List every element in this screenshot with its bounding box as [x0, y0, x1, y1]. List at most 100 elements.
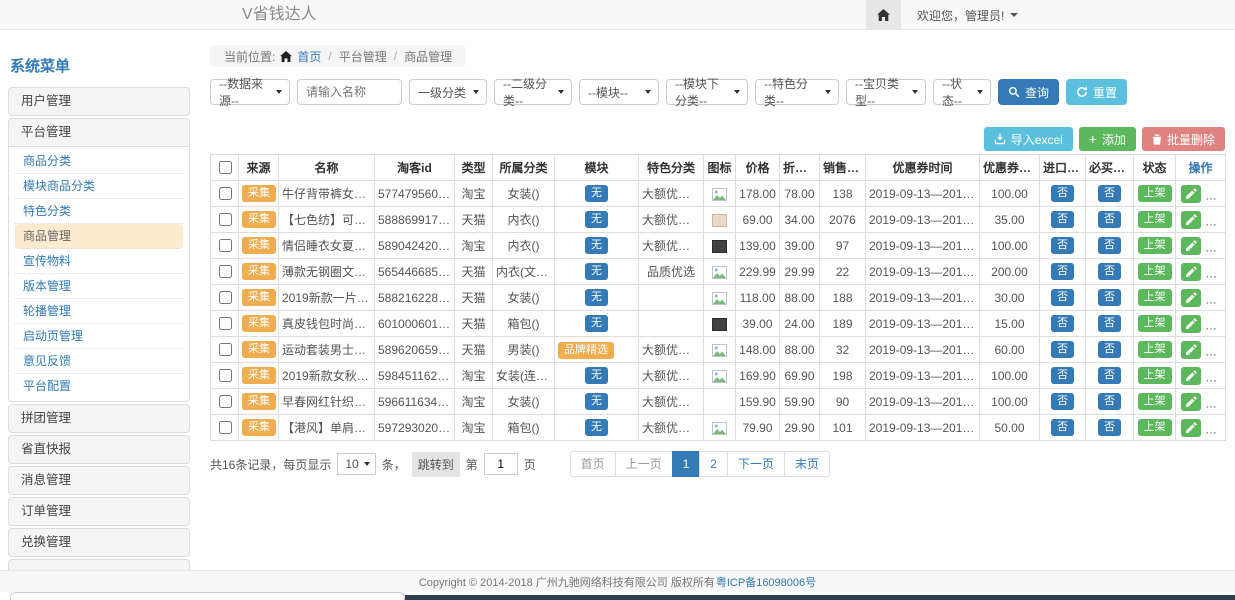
pager-button-last-page[interactable]: 末页 — [784, 451, 830, 477]
status-badge[interactable]: 上架 — [1138, 211, 1172, 228]
sidebar-item[interactable]: 轮播管理 — [15, 299, 183, 324]
sidebar-group-header-clipped[interactable] — [8, 559, 190, 570]
must-buy-toggle-badge[interactable]: 否 — [1098, 237, 1121, 254]
import-toggle-badge[interactable]: 否 — [1051, 211, 1074, 228]
edit-button[interactable] — [1181, 393, 1201, 411]
status-badge[interactable]: 上架 — [1138, 185, 1172, 202]
sidebar-item[interactable]: 模块商品分类 — [15, 174, 183, 199]
row-checkbox[interactable] — [219, 317, 232, 330]
edit-button[interactable] — [1181, 419, 1201, 437]
row-checkbox[interactable] — [219, 369, 232, 382]
sidebar-group-header[interactable]: 兑换管理 — [8, 528, 190, 557]
row-checkbox[interactable] — [219, 213, 232, 226]
sidebar-item[interactable]: 平台配置 — [15, 374, 183, 399]
row-checkbox[interactable] — [219, 421, 232, 434]
import-toggle-badge[interactable]: 否 — [1051, 263, 1074, 280]
status-badge[interactable]: 上架 — [1138, 237, 1172, 254]
cell-status: 上架 — [1134, 207, 1176, 233]
per-page-select[interactable]: 10 — [337, 453, 375, 475]
import-toggle-badge[interactable]: 否 — [1051, 289, 1074, 306]
must-buy-toggle-badge[interactable]: 否 — [1098, 393, 1121, 410]
row-checkbox[interactable] — [219, 265, 232, 278]
search-button[interactable]: 查询 — [998, 79, 1059, 105]
user-menu[interactable]: 欢迎您，管理员! — [917, 0, 1018, 30]
category-level2-select[interactable]: --二级分类-- — [494, 79, 572, 105]
import-toggle-badge[interactable]: 否 — [1051, 393, 1074, 410]
status-badge[interactable]: 上架 — [1138, 263, 1172, 280]
sidebar-item[interactable]: 启动页管理 — [15, 324, 183, 349]
status-select[interactable]: --状态-- — [933, 79, 991, 105]
must-buy-toggle-badge[interactable]: 否 — [1098, 211, 1121, 228]
must-buy-toggle-badge[interactable]: 否 — [1098, 263, 1121, 280]
edit-button[interactable] — [1181, 341, 1201, 359]
pager-button-next-page[interactable]: 下一页 — [727, 451, 785, 477]
module-sub-category-select[interactable]: --模块下分类-- — [666, 79, 748, 105]
sidebar-group-header[interactable]: 消息管理 — [8, 466, 190, 495]
pager-button-first-page[interactable]: 首页 — [570, 451, 616, 477]
category-level1-select[interactable]: 一级分类 — [409, 79, 487, 105]
pager-button-prev-page[interactable]: 上一页 — [615, 451, 673, 477]
breadcrumb-home-link[interactable]: 首页 — [297, 48, 321, 65]
import-toggle-badge[interactable]: 否 — [1051, 185, 1074, 202]
module-badge: 无 — [585, 237, 608, 254]
data-source-select[interactable]: --数据来源-- — [210, 79, 290, 105]
sidebar-item[interactable]: 商品管理 — [15, 224, 183, 249]
edit-button[interactable] — [1181, 367, 1201, 385]
must-buy-toggle-badge[interactable]: 否 — [1098, 419, 1121, 436]
edit-button[interactable] — [1181, 263, 1201, 281]
icp-link[interactable]: 粤ICP备16098006号 — [716, 574, 816, 590]
must-buy-toggle-badge[interactable]: 否 — [1098, 185, 1121, 202]
sidebar-group-header[interactable]: 平台管理 — [8, 118, 190, 147]
row-checkbox[interactable] — [219, 395, 232, 408]
feature-category-select[interactable]: --特色分类-- — [755, 79, 839, 105]
sidebar-item[interactable]: 意见反馈 — [15, 349, 183, 374]
status-badge[interactable]: 上架 — [1138, 341, 1172, 358]
sidebar-group-header[interactable]: 用户管理 — [8, 87, 190, 116]
must-buy-toggle-badge[interactable]: 否 — [1098, 367, 1121, 384]
reset-button[interactable]: 重置 — [1066, 79, 1127, 105]
home-nav-button[interactable] — [866, 0, 901, 30]
edit-button[interactable] — [1181, 237, 1201, 255]
jump-button[interactable]: 跳转到 — [412, 452, 460, 477]
page-number-input[interactable] — [484, 453, 518, 475]
row-checkbox[interactable] — [219, 187, 232, 200]
import-toggle-badge[interactable]: 否 — [1051, 419, 1074, 436]
sidebar-item[interactable]: 宣传物料 — [15, 249, 183, 274]
row-checkbox[interactable] — [219, 343, 232, 356]
batch-delete-button[interactable]: 批量删除 — [1142, 127, 1225, 151]
import-toggle-badge[interactable]: 否 — [1051, 367, 1074, 384]
must-buy-toggle-badge[interactable]: 否 — [1098, 341, 1121, 358]
module-select[interactable]: --模块-- — [579, 79, 659, 105]
select-all-checkbox[interactable] — [219, 161, 232, 174]
import-toggle-badge[interactable]: 否 — [1051, 237, 1074, 254]
import-toggle-badge[interactable]: 否 — [1051, 315, 1074, 332]
status-badge[interactable]: 上架 — [1138, 315, 1172, 332]
status-badge[interactable]: 上架 — [1138, 367, 1172, 384]
cell-taoke-id: 588216228899 — [375, 285, 455, 311]
name-input[interactable] — [297, 79, 402, 105]
import-toggle-badge[interactable]: 否 — [1051, 341, 1074, 358]
edit-button[interactable] — [1181, 315, 1201, 333]
sidebar-group-header[interactable]: 省直快报 — [8, 435, 190, 464]
status-badge[interactable]: 上架 — [1138, 393, 1172, 410]
sidebar-item[interactable]: 特色分类 — [15, 199, 183, 224]
sidebar-group-header[interactable]: 拼团管理 — [8, 404, 190, 433]
edit-button[interactable] — [1181, 185, 1201, 203]
must-buy-toggle-badge[interactable]: 否 — [1098, 315, 1121, 332]
pager-button-page-1[interactable]: 1 — [672, 451, 701, 477]
item-type-select[interactable]: --宝贝类型-- — [846, 79, 926, 105]
sidebar-group-header[interactable]: 订单管理 — [8, 497, 190, 526]
import-excel-button[interactable]: 导入excel — [984, 127, 1073, 151]
row-checkbox[interactable] — [219, 239, 232, 252]
status-badge[interactable]: 上架 — [1138, 419, 1172, 436]
row-checkbox[interactable] — [219, 291, 232, 304]
must-buy-toggle-badge[interactable]: 否 — [1098, 289, 1121, 306]
status-badge[interactable]: 上架 — [1138, 289, 1172, 306]
pager-button-page-2[interactable]: 2 — [699, 451, 728, 477]
edit-button[interactable] — [1181, 289, 1201, 307]
product-image-icon — [712, 188, 727, 201]
sidebar-item[interactable]: 版本管理 — [15, 274, 183, 299]
add-button[interactable]: + 添加 — [1079, 127, 1136, 151]
edit-button[interactable] — [1181, 211, 1201, 229]
sidebar-item[interactable]: 商品分类 — [15, 149, 183, 174]
